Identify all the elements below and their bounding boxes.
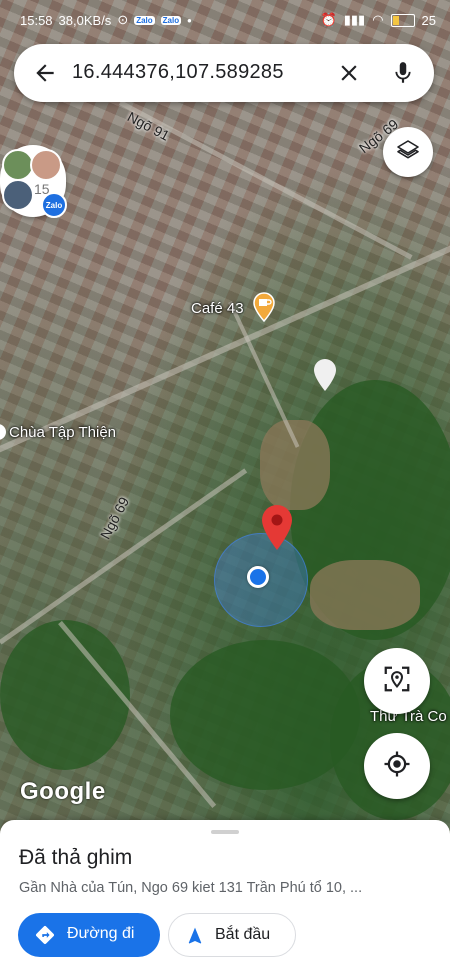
search-query[interactable]: 16.444376,107.589285 xyxy=(72,61,284,84)
layers-icon xyxy=(396,138,420,167)
directions-button[interactable]: Đường đi xyxy=(18,913,160,957)
zalo-notification-icon: Zalo xyxy=(134,15,155,25)
avatar xyxy=(2,179,34,211)
place-address: Gần Nhà của Tún, Ngo 69 kiet 131 Trần Ph… xyxy=(19,880,363,896)
coffee-cup-icon[interactable] xyxy=(252,292,276,323)
bare-ground xyxy=(310,560,420,630)
poi-pagoda-label[interactable]: Chùa Tập Thiện xyxy=(9,424,116,441)
signal-icon: ▮▮▮ xyxy=(343,12,366,27)
network-speed: 38,0KB/s xyxy=(58,12,112,28)
chat-head-bubble[interactable]: 15 Zalo xyxy=(0,145,67,218)
layers-button[interactable] xyxy=(383,127,433,177)
zalo-badge-icon: Zalo xyxy=(41,192,67,218)
status-bar: 15:58 38,0KB/s ⊙ Zalo Zalo • ⏰ ▮▮▮ ◠ 25 xyxy=(0,0,450,40)
vegetation-area xyxy=(170,640,360,790)
place-title: Đã thả ghim xyxy=(19,846,133,869)
current-location-dot xyxy=(247,566,269,588)
avatar xyxy=(30,149,62,181)
bare-ground xyxy=(260,420,330,510)
navigation-arrow-icon xyxy=(185,925,205,952)
microphone-icon[interactable] xyxy=(390,59,416,87)
close-icon[interactable] xyxy=(336,60,362,86)
notification-icon: ⊙ xyxy=(117,12,129,27)
directions-label: Đường đi xyxy=(67,925,135,942)
poi-cafe-label[interactable]: Café 43 xyxy=(191,300,244,317)
battery-level: 25 xyxy=(421,12,436,28)
my-location-button[interactable] xyxy=(364,733,430,799)
zalo-notification-icon-2: Zalo xyxy=(160,15,182,25)
google-logo: Google xyxy=(20,778,106,805)
start-label: Bắt đầu xyxy=(215,926,271,943)
scan-place-icon xyxy=(382,664,412,699)
clock: 15:58 xyxy=(20,12,53,28)
landmark-marker-icon xyxy=(313,358,337,392)
alarm-icon: ⏰ xyxy=(320,12,337,27)
search-bar[interactable]: 16.444376,107.589285 xyxy=(14,44,434,102)
back-arrow-icon[interactable] xyxy=(32,60,58,86)
battery-icon xyxy=(390,13,415,27)
directions-icon xyxy=(34,924,56,951)
wifi-icon: ◠ xyxy=(372,12,384,27)
dropped-pin-icon[interactable] xyxy=(260,503,294,551)
bottom-sheet[interactable]: Đã thả ghim Gần Nhà của Tún, Ngo 69 kiet… xyxy=(0,820,450,975)
vegetation-area xyxy=(0,620,130,770)
drag-handle[interactable] xyxy=(211,830,239,834)
scan-location-button[interactable] xyxy=(364,648,430,714)
more-notifications-icon: • xyxy=(187,12,192,28)
my-location-icon xyxy=(382,749,412,784)
start-button[interactable]: Bắt đầu xyxy=(168,913,296,957)
road xyxy=(0,468,248,645)
